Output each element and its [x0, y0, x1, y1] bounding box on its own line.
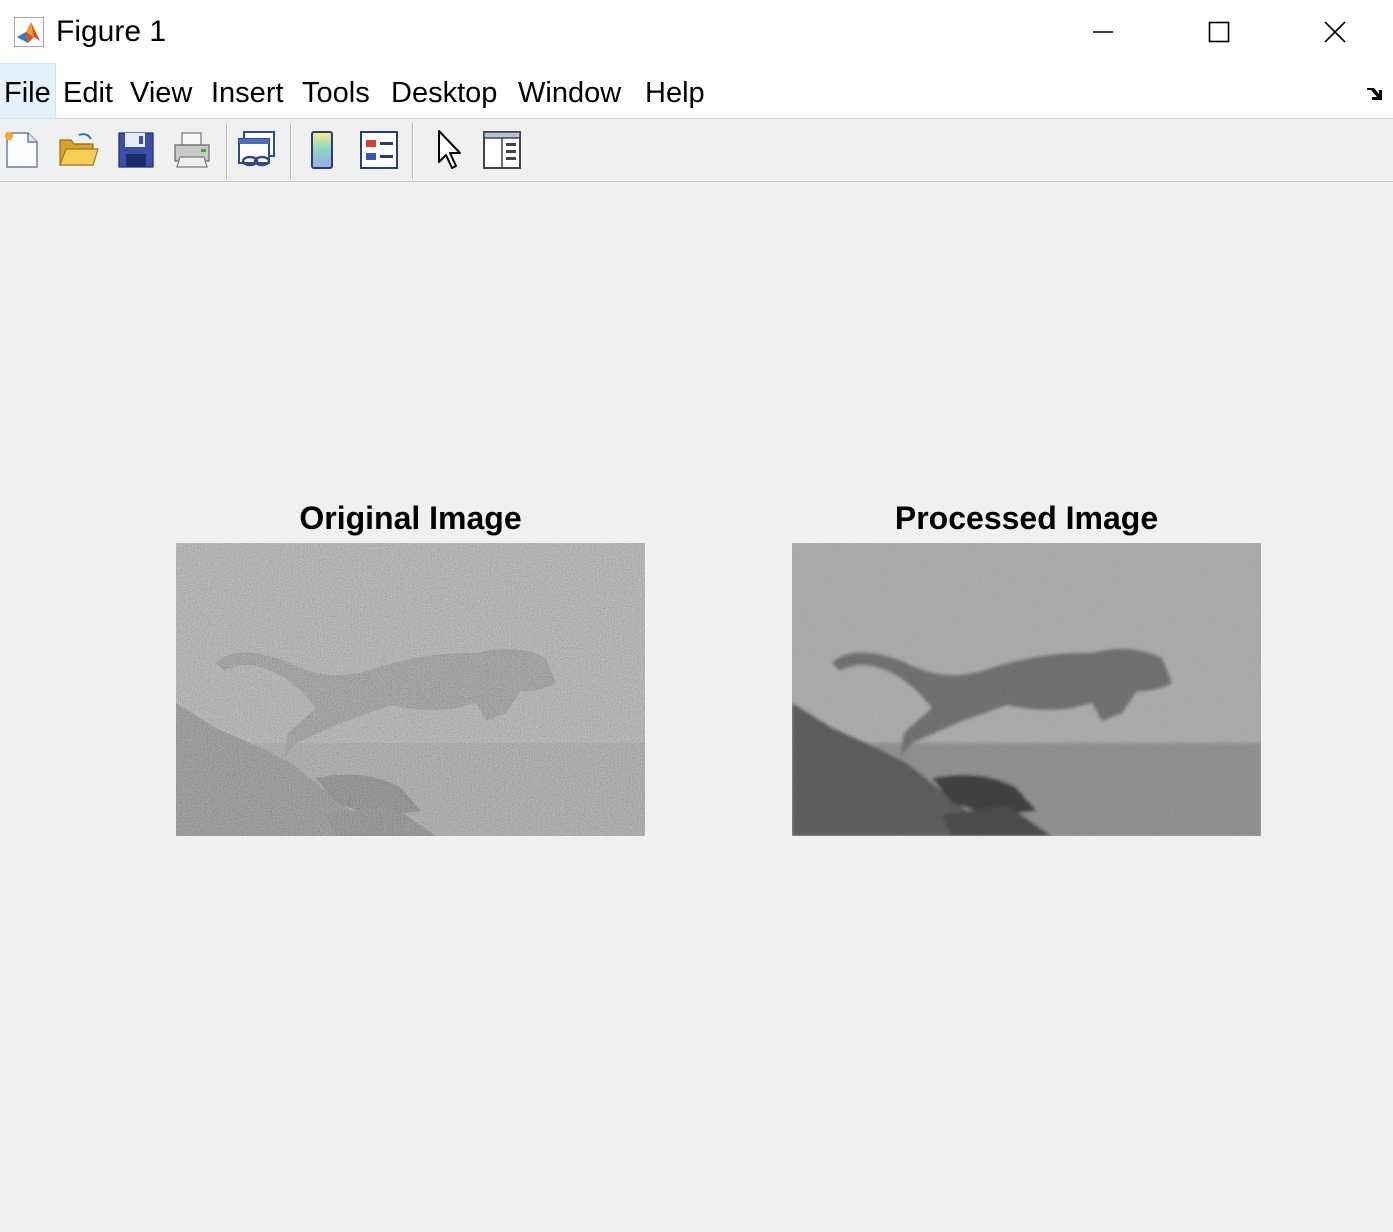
property-inspector-icon	[483, 131, 521, 169]
window-title: Figure 1	[56, 15, 167, 48]
link-plot-icon	[238, 131, 275, 167]
title-bar: Figure 1	[0, 0, 1393, 64]
open-file-button[interactable]	[56, 127, 100, 173]
save-icon	[118, 132, 154, 168]
print-icon	[174, 132, 210, 168]
insert-legend-icon	[360, 131, 398, 169]
toolbar	[0, 119, 1393, 182]
menu-view[interactable]: View	[126, 64, 196, 118]
new-figure-icon	[5, 132, 38, 168]
menu-edit[interactable]: Edit	[59, 64, 117, 118]
menu-tools[interactable]: Tools	[298, 64, 374, 118]
dock-arrow-icon[interactable]	[1365, 84, 1385, 104]
menu-help[interactable]: Help	[641, 64, 709, 118]
edit-plot-button[interactable]	[425, 127, 469, 173]
menu-window[interactable]: Window	[514, 64, 625, 118]
link-plot-button[interactable]	[235, 127, 279, 173]
menu-file[interactable]: File	[0, 63, 56, 119]
property-inspector-button[interactable]	[480, 127, 524, 173]
save-button[interactable]	[114, 127, 158, 173]
axes-title-processed: Processed Image	[894, 500, 1159, 536]
toolbar-separator	[412, 123, 414, 179]
original-image[interactable]	[176, 543, 645, 836]
insert-colorbar-icon	[311, 131, 333, 169]
matlab-logo-icon	[14, 17, 44, 47]
insert-legend-button[interactable]	[357, 127, 401, 173]
toolbar-separator	[226, 123, 228, 179]
close-button[interactable]	[1277, 0, 1393, 64]
print-button[interactable]	[170, 127, 214, 173]
maximize-icon	[1208, 21, 1230, 43]
maximize-button[interactable]	[1161, 0, 1277, 64]
close-icon	[1324, 21, 1346, 43]
menu-desktop[interactable]: Desktop	[387, 64, 501, 118]
axes-title-original: Original Image	[299, 500, 522, 536]
insert-colorbar-button[interactable]	[300, 127, 344, 173]
menu-insert[interactable]: Insert	[207, 64, 288, 118]
new-figure-button[interactable]	[0, 127, 44, 173]
figure-canvas[interactable]: Original Image Processed Image	[0, 182, 1393, 1232]
minimize-button[interactable]	[1045, 0, 1161, 64]
menu-bar: File Edit View Insert Tools Desktop Wind…	[0, 63, 1393, 119]
toolbar-separator	[290, 123, 292, 179]
processed-image[interactable]	[792, 543, 1261, 836]
edit-plot-icon	[438, 130, 461, 169]
open-file-icon	[59, 133, 99, 166]
minimize-icon	[1093, 31, 1113, 33]
